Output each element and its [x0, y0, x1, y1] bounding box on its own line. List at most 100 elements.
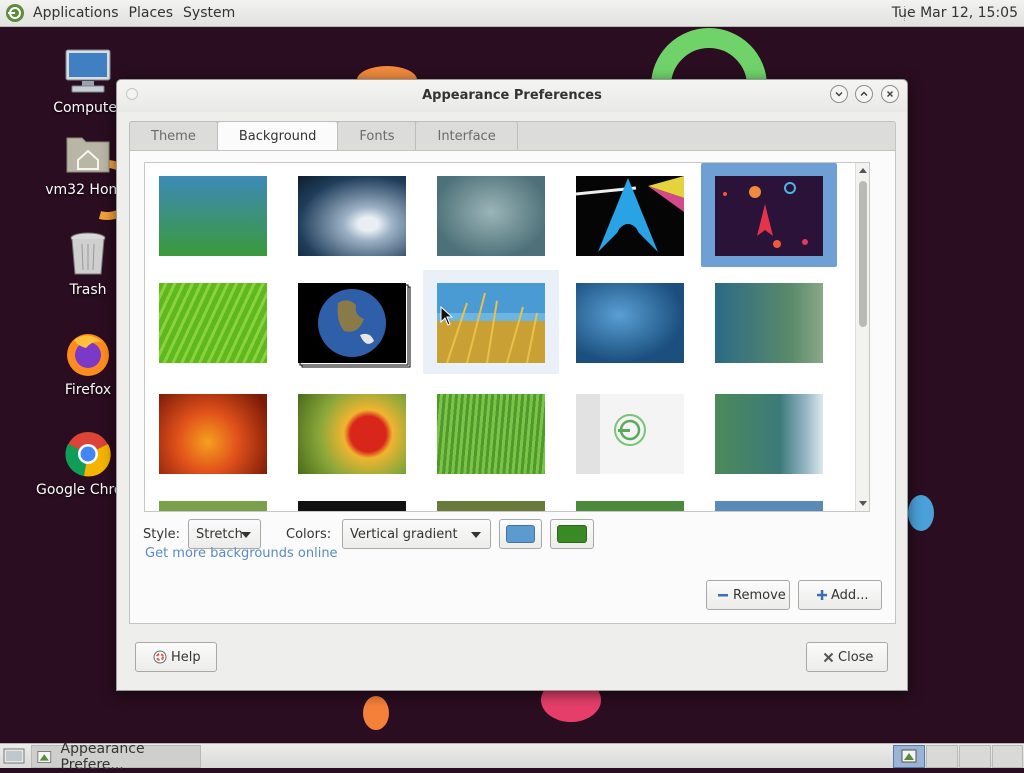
mate-menu-icon[interactable]	[5, 3, 25, 23]
system-menu[interactable]: System	[181, 5, 237, 21]
computer-icon	[64, 48, 112, 96]
tab-theme[interactable]: Theme	[129, 121, 218, 150]
remove-icon	[718, 594, 728, 597]
gallery-scrollbar[interactable]	[855, 163, 869, 511]
close-icon	[886, 90, 894, 98]
bottom-panel: Appearance Prefere...	[0, 741, 1024, 773]
wallpaper-image	[576, 176, 684, 256]
wallpaper-thumb-space-rockets[interactable]	[701, 163, 837, 267]
wallpaper-image	[576, 394, 684, 474]
appearance-preferences-window: Appearance Preferences Theme Background …	[116, 79, 908, 691]
wallpaper-image	[715, 176, 823, 256]
scroll-down-icon[interactable]	[859, 501, 867, 506]
wallpaper-thumb-teal-bokeh[interactable]	[701, 270, 837, 374]
add-icon	[817, 590, 827, 600]
firefox-icon	[64, 330, 112, 378]
primary-color-button[interactable]	[499, 519, 542, 549]
wallpaper-thumb-row4-3[interactable]	[423, 488, 559, 511]
tab-interface[interactable]: Interface	[415, 121, 518, 150]
style-value: Stretch	[196, 526, 243, 542]
wallpaper-thumb-mate-logo[interactable]	[562, 381, 698, 485]
show-desktop-icon[interactable]	[3, 747, 25, 765]
wallpaper-thumb-row4-4[interactable]	[562, 488, 698, 511]
wallpaper-image	[715, 394, 823, 474]
add-label: Add...	[831, 587, 869, 603]
window-title: Appearance Preferences	[422, 88, 602, 103]
help-button[interactable]: Help	[135, 642, 217, 672]
wallpaper-image	[437, 394, 545, 474]
wallpaper-thumb-blue-waves-bubbles[interactable]	[562, 270, 698, 374]
title-bar[interactable]: Appearance Preferences	[117, 80, 907, 112]
wallpaper-image	[159, 283, 267, 363]
places-menu[interactable]: Places	[127, 5, 176, 21]
wallpaper-thumb-green-grass[interactable]	[423, 381, 559, 485]
style-label: Style:	[143, 527, 181, 542]
primary-color-swatch	[506, 525, 535, 543]
wallpaper-image	[298, 394, 406, 474]
wallpaper-image	[715, 501, 823, 511]
wallpaper-image	[437, 501, 545, 511]
workspace-window-icon	[901, 749, 917, 763]
wallpaper-blue-dot	[908, 495, 934, 531]
workspace-4[interactable]	[992, 745, 1023, 768]
scrollbar-thumb[interactable]	[859, 181, 867, 327]
wallpaper-thumb-grass-sky[interactable]	[423, 270, 559, 374]
close-window-button[interactable]	[881, 85, 899, 103]
get-more-backgrounds-link[interactable]: Get more backgrounds online	[145, 546, 338, 561]
wallpaper-image	[298, 176, 406, 256]
wallpaper-image	[159, 501, 267, 511]
chevron-up-icon	[860, 91, 868, 97]
remove-button[interactable]: Remove	[706, 580, 790, 610]
workspace-2[interactable]	[926, 745, 958, 768]
close-button[interactable]: Close	[806, 642, 888, 672]
add-button[interactable]: Add...	[798, 580, 882, 610]
wallpaper-thumb-row4-2[interactable]	[284, 488, 420, 511]
wallpaper-image	[437, 176, 545, 256]
tab-bar: Theme Background Fonts Interface	[129, 121, 518, 151]
wallpaper-image	[298, 283, 411, 368]
applications-menu[interactable]: Applications	[31, 5, 121, 21]
tab-fonts[interactable]: Fonts	[337, 121, 417, 150]
wallpaper-thumb-red-flower[interactable]	[284, 381, 420, 485]
minimize-button[interactable]	[830, 85, 848, 103]
wallpaper-image	[576, 283, 684, 363]
wallpaper-image	[715, 283, 823, 363]
wallpaper-thumb-green-blue-gradient[interactable]	[145, 163, 281, 267]
remove-label: Remove	[733, 587, 786, 603]
help-icon	[153, 650, 167, 664]
close-icon	[823, 652, 834, 662]
chevron-down-icon	[241, 532, 251, 538]
top-panel: Applications Places System Tue Mar 12, 1…	[0, 0, 1024, 27]
wallpaper-image	[576, 501, 684, 511]
background-tab-panel: Style: Stretch Colors: Vertical gradient…	[129, 150, 896, 624]
workspace-3[interactable]	[959, 745, 991, 768]
tab-background[interactable]: Background	[216, 121, 339, 151]
wallpaper-thumb-row4-5[interactable]	[701, 488, 837, 511]
wallpaper-thumb-blue-abstract[interactable]	[701, 381, 837, 485]
wallpaper-thumb-arch-logo-prism[interactable]	[562, 163, 698, 267]
wallpaper-gallery[interactable]	[144, 162, 870, 512]
wallpaper-image	[437, 283, 545, 363]
chevron-down-icon	[471, 532, 481, 538]
trash-icon	[64, 230, 112, 278]
scroll-up-icon[interactable]	[859, 168, 867, 173]
wallpaper-thumb-row4-1[interactable]	[145, 488, 281, 511]
wallpaper-thumb-misty-lake[interactable]	[423, 163, 559, 267]
wallpaper-thumb-orange-flower[interactable]	[145, 381, 281, 485]
taskbar-item-appearance-preferences[interactable]: Appearance Prefere...	[31, 741, 201, 773]
wallpaper-thumb-water-drop[interactable]	[284, 163, 420, 267]
secondary-color-button[interactable]	[550, 519, 594, 549]
workspace-1[interactable]	[893, 745, 925, 768]
colors-label: Colors:	[286, 527, 332, 542]
wallpaper-orange-dot	[363, 696, 389, 730]
chevron-down-icon	[835, 91, 843, 97]
wallpaper-image	[298, 501, 406, 511]
colors-dropdown[interactable]: Vertical gradient	[342, 519, 491, 549]
secondary-color-swatch	[557, 525, 587, 543]
wallpaper-thumb-earth-globe[interactable]	[284, 270, 420, 374]
clock[interactable]: Tue Mar 12, 15:05	[892, 5, 1018, 21]
chrome-icon	[64, 430, 112, 478]
wallpaper-thumb-green-leaf[interactable]	[145, 270, 281, 374]
style-dropdown[interactable]: Stretch	[188, 519, 261, 549]
maximize-button[interactable]	[855, 85, 873, 103]
